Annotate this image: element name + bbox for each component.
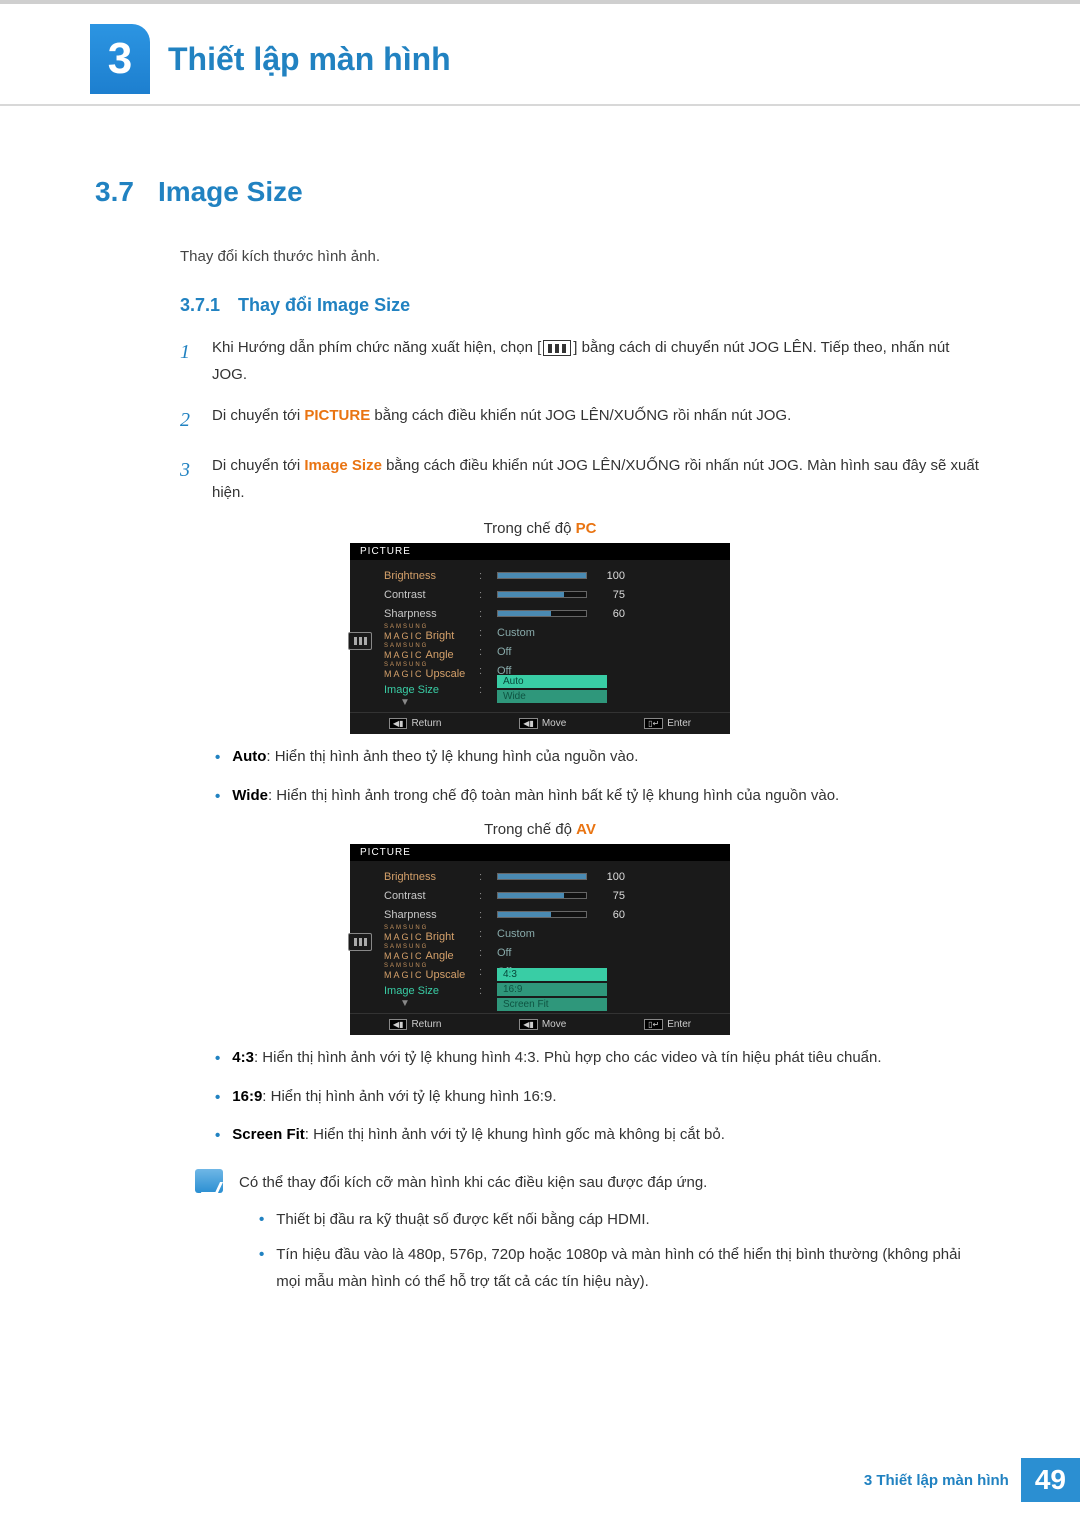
return-key-icon: ◀▮ [389,718,408,729]
note-icon [195,1169,223,1193]
osd-footer: ◀▮Return ◀▮Move ▯↵Enter [350,1013,730,1035]
osd-option-auto: Auto [497,675,607,688]
chapter-title: Thiết lập màn hình [168,41,451,78]
move-key-icon: ◀▮ [519,1019,538,1030]
page-footer: 3 Thiết lập màn hình 49 [0,1458,1080,1502]
caption-pc: Trong chế độ PC [95,520,985,537]
bullet-list-pc: •Auto: Hiển thị hình ảnh theo tỷ lệ khun… [215,744,985,809]
section-title: Image Size [158,176,303,208]
step-number-3: 3 [180,452,198,506]
enter-key-icon: ▯↵ [644,1019,663,1030]
section-heading: 3.7 Image Size [95,176,985,208]
step-3-text: Di chuyển tới Image Size bằng cách điều … [212,452,985,506]
footer-chapter-label: 3 Thiết lập màn hình [864,1472,1021,1489]
step-2-text: Di chuyển tới PICTURE bằng cách điều khi… [212,402,791,438]
note-bullet-1: Thiết bị đầu ra kỹ thuật số được kết nối… [276,1206,649,1233]
subsection-title: Thay đổi Image Size [238,295,410,316]
osd-option-169: 16:9 [497,983,607,996]
step-1-text: Khi Hướng dẫn phím chức năng xuất hiện, … [212,334,985,388]
caption-av: Trong chế độ AV [95,821,985,838]
return-key-icon: ◀▮ [389,1019,408,1030]
osd-title: PICTURE [350,543,730,560]
osd-option-wide: Wide [497,690,607,703]
step-number-2: 2 [180,402,198,438]
chapter-header: 3 Thiết lập màn hình [0,4,1080,106]
subsection-number: 3.7.1 [180,295,220,316]
step-number-1: 1 [180,334,198,388]
osd-menu-icon [348,933,372,951]
section-number: 3.7 [95,176,134,208]
enter-key-icon: ▯↵ [644,718,663,729]
menu-icon [543,340,571,356]
chapter-number: 3 [90,24,150,94]
bullet-list-av: •4:3: Hiển thị hình ảnh với tỷ lệ khung … [215,1045,985,1149]
section-intro: Thay đổi kích thước hình ảnh. [180,248,985,265]
osd-title: PICTURE [350,844,730,861]
osd-panel-pc: PICTURE Brightness:100 Contrast:75 Sharp… [350,543,730,734]
move-key-icon: ◀▮ [519,718,538,729]
osd-option-screenfit: Screen Fit [497,998,607,1011]
step-list: 1 Khi Hướng dẫn phím chức năng xuất hiện… [180,334,985,506]
note-intro: Có thể thay đổi kích cỡ màn hình khi các… [239,1169,975,1196]
subsection-heading: 3.7.1 Thay đổi Image Size [180,295,985,316]
footer-page-number: 49 [1021,1458,1080,1502]
osd-menu-icon [348,632,372,650]
osd-footer: ◀▮Return ◀▮Move ▯↵Enter [350,712,730,734]
note-bullet-2: Tín hiệu đầu vào là 480p, 576p, 720p hoặ… [276,1241,975,1295]
note-block: Có thể thay đổi kích cỡ màn hình khi các… [195,1169,985,1303]
osd-panel-av: PICTURE Brightness:100 Contrast:75 Sharp… [350,844,730,1035]
osd-option-43: 4:3 [497,968,607,981]
